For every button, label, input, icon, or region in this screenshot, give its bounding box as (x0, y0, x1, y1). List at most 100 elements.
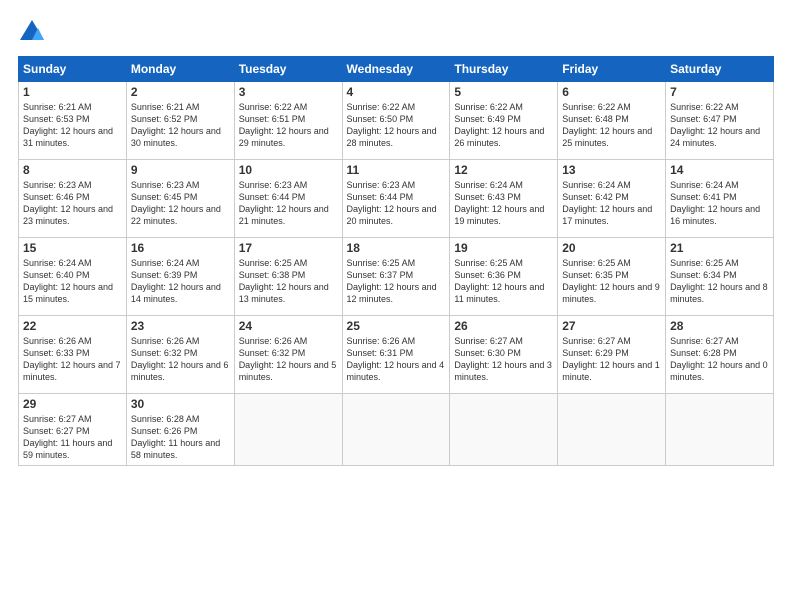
day-number: 9 (131, 163, 230, 177)
day-number: 3 (239, 85, 338, 99)
cell-info: Sunrise: 6:27 AMSunset: 6:30 PMDaylight:… (454, 335, 553, 384)
col-header-wednesday: Wednesday (342, 57, 450, 82)
day-number: 6 (562, 85, 661, 99)
calendar-week-1: 1 Sunrise: 6:21 AMSunset: 6:53 PMDayligh… (19, 82, 774, 160)
cell-info: Sunrise: 6:23 AMSunset: 6:46 PMDaylight:… (23, 179, 122, 228)
cell-info: Sunrise: 6:22 AMSunset: 6:48 PMDaylight:… (562, 101, 661, 150)
calendar-header-row: SundayMondayTuesdayWednesdayThursdayFrid… (19, 57, 774, 82)
col-header-monday: Monday (126, 57, 234, 82)
calendar-cell: 22 Sunrise: 6:26 AMSunset: 6:33 PMDaylig… (19, 316, 127, 394)
col-header-thursday: Thursday (450, 57, 558, 82)
day-number: 29 (23, 397, 122, 411)
day-number: 21 (670, 241, 769, 255)
calendar-cell: 11 Sunrise: 6:23 AMSunset: 6:44 PMDaylig… (342, 160, 450, 238)
cell-info: Sunrise: 6:24 AMSunset: 6:39 PMDaylight:… (131, 257, 230, 306)
cell-info: Sunrise: 6:26 AMSunset: 6:31 PMDaylight:… (347, 335, 446, 384)
cell-info: Sunrise: 6:24 AMSunset: 6:43 PMDaylight:… (454, 179, 553, 228)
calendar-cell: 23 Sunrise: 6:26 AMSunset: 6:32 PMDaylig… (126, 316, 234, 394)
day-number: 7 (670, 85, 769, 99)
col-header-sunday: Sunday (19, 57, 127, 82)
cell-info: Sunrise: 6:24 AMSunset: 6:42 PMDaylight:… (562, 179, 661, 228)
calendar-cell: 16 Sunrise: 6:24 AMSunset: 6:39 PMDaylig… (126, 238, 234, 316)
day-number: 24 (239, 319, 338, 333)
calendar-cell (558, 394, 666, 466)
cell-info: Sunrise: 6:27 AMSunset: 6:29 PMDaylight:… (562, 335, 661, 384)
header (18, 18, 774, 46)
calendar-week-2: 8 Sunrise: 6:23 AMSunset: 6:46 PMDayligh… (19, 160, 774, 238)
logo-icon (18, 18, 46, 46)
day-number: 1 (23, 85, 122, 99)
day-number: 8 (23, 163, 122, 177)
calendar-cell: 27 Sunrise: 6:27 AMSunset: 6:29 PMDaylig… (558, 316, 666, 394)
cell-info: Sunrise: 6:25 AMSunset: 6:36 PMDaylight:… (454, 257, 553, 306)
day-number: 14 (670, 163, 769, 177)
calendar-week-3: 15 Sunrise: 6:24 AMSunset: 6:40 PMDaylig… (19, 238, 774, 316)
day-number: 22 (23, 319, 122, 333)
calendar-week-4: 22 Sunrise: 6:26 AMSunset: 6:33 PMDaylig… (19, 316, 774, 394)
calendar-week-5: 29 Sunrise: 6:27 AMSunset: 6:27 PMDaylig… (19, 394, 774, 466)
calendar-cell: 10 Sunrise: 6:23 AMSunset: 6:44 PMDaylig… (234, 160, 342, 238)
calendar-cell: 4 Sunrise: 6:22 AMSunset: 6:50 PMDayligh… (342, 82, 450, 160)
col-header-friday: Friday (558, 57, 666, 82)
day-number: 27 (562, 319, 661, 333)
col-header-saturday: Saturday (666, 57, 774, 82)
cell-info: Sunrise: 6:27 AMSunset: 6:28 PMDaylight:… (670, 335, 769, 384)
calendar-cell: 9 Sunrise: 6:23 AMSunset: 6:45 PMDayligh… (126, 160, 234, 238)
cell-info: Sunrise: 6:24 AMSunset: 6:40 PMDaylight:… (23, 257, 122, 306)
cell-info: Sunrise: 6:22 AMSunset: 6:50 PMDaylight:… (347, 101, 446, 150)
day-number: 12 (454, 163, 553, 177)
cell-info: Sunrise: 6:22 AMSunset: 6:51 PMDaylight:… (239, 101, 338, 150)
calendar-cell: 6 Sunrise: 6:22 AMSunset: 6:48 PMDayligh… (558, 82, 666, 160)
cell-info: Sunrise: 6:25 AMSunset: 6:35 PMDaylight:… (562, 257, 661, 306)
calendar-cell: 2 Sunrise: 6:21 AMSunset: 6:52 PMDayligh… (126, 82, 234, 160)
cell-info: Sunrise: 6:25 AMSunset: 6:34 PMDaylight:… (670, 257, 769, 306)
day-number: 18 (347, 241, 446, 255)
calendar-cell: 17 Sunrise: 6:25 AMSunset: 6:38 PMDaylig… (234, 238, 342, 316)
calendar-cell: 18 Sunrise: 6:25 AMSunset: 6:37 PMDaylig… (342, 238, 450, 316)
calendar-cell: 26 Sunrise: 6:27 AMSunset: 6:30 PMDaylig… (450, 316, 558, 394)
calendar-cell: 3 Sunrise: 6:22 AMSunset: 6:51 PMDayligh… (234, 82, 342, 160)
calendar-cell (450, 394, 558, 466)
day-number: 13 (562, 163, 661, 177)
cell-info: Sunrise: 6:23 AMSunset: 6:44 PMDaylight:… (347, 179, 446, 228)
cell-info: Sunrise: 6:27 AMSunset: 6:27 PMDaylight:… (23, 413, 122, 462)
calendar-cell: 30 Sunrise: 6:28 AMSunset: 6:26 PMDaylig… (126, 394, 234, 466)
calendar-cell: 14 Sunrise: 6:24 AMSunset: 6:41 PMDaylig… (666, 160, 774, 238)
day-number: 4 (347, 85, 446, 99)
calendar-cell: 15 Sunrise: 6:24 AMSunset: 6:40 PMDaylig… (19, 238, 127, 316)
calendar-cell: 19 Sunrise: 6:25 AMSunset: 6:36 PMDaylig… (450, 238, 558, 316)
day-number: 11 (347, 163, 446, 177)
day-number: 26 (454, 319, 553, 333)
cell-info: Sunrise: 6:24 AMSunset: 6:41 PMDaylight:… (670, 179, 769, 228)
calendar-cell: 28 Sunrise: 6:27 AMSunset: 6:28 PMDaylig… (666, 316, 774, 394)
cell-info: Sunrise: 6:28 AMSunset: 6:26 PMDaylight:… (131, 413, 230, 462)
day-number: 10 (239, 163, 338, 177)
cell-info: Sunrise: 6:23 AMSunset: 6:44 PMDaylight:… (239, 179, 338, 228)
cell-info: Sunrise: 6:21 AMSunset: 6:53 PMDaylight:… (23, 101, 122, 150)
day-number: 30 (131, 397, 230, 411)
day-number: 16 (131, 241, 230, 255)
day-number: 15 (23, 241, 122, 255)
cell-info: Sunrise: 6:23 AMSunset: 6:45 PMDaylight:… (131, 179, 230, 228)
calendar-cell: 1 Sunrise: 6:21 AMSunset: 6:53 PMDayligh… (19, 82, 127, 160)
calendar-cell: 5 Sunrise: 6:22 AMSunset: 6:49 PMDayligh… (450, 82, 558, 160)
calendar-table: SundayMondayTuesdayWednesdayThursdayFrid… (18, 56, 774, 466)
day-number: 17 (239, 241, 338, 255)
calendar-cell: 12 Sunrise: 6:24 AMSunset: 6:43 PMDaylig… (450, 160, 558, 238)
day-number: 28 (670, 319, 769, 333)
page: SundayMondayTuesdayWednesdayThursdayFrid… (0, 0, 792, 476)
calendar-cell: 29 Sunrise: 6:27 AMSunset: 6:27 PMDaylig… (19, 394, 127, 466)
cell-info: Sunrise: 6:25 AMSunset: 6:37 PMDaylight:… (347, 257, 446, 306)
calendar-cell (666, 394, 774, 466)
calendar-cell: 21 Sunrise: 6:25 AMSunset: 6:34 PMDaylig… (666, 238, 774, 316)
calendar-cell: 8 Sunrise: 6:23 AMSunset: 6:46 PMDayligh… (19, 160, 127, 238)
cell-info: Sunrise: 6:22 AMSunset: 6:49 PMDaylight:… (454, 101, 553, 150)
cell-info: Sunrise: 6:22 AMSunset: 6:47 PMDaylight:… (670, 101, 769, 150)
calendar-body: 1 Sunrise: 6:21 AMSunset: 6:53 PMDayligh… (19, 82, 774, 466)
calendar-cell: 7 Sunrise: 6:22 AMSunset: 6:47 PMDayligh… (666, 82, 774, 160)
calendar-cell: 24 Sunrise: 6:26 AMSunset: 6:32 PMDaylig… (234, 316, 342, 394)
calendar-cell (342, 394, 450, 466)
logo (18, 18, 50, 46)
cell-info: Sunrise: 6:26 AMSunset: 6:33 PMDaylight:… (23, 335, 122, 384)
day-number: 5 (454, 85, 553, 99)
